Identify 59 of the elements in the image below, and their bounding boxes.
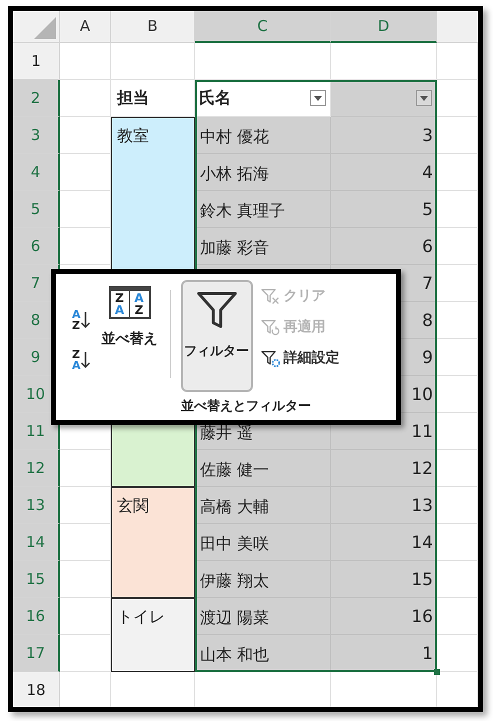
row-header[interactable]: 12	[13, 450, 60, 487]
number-cell: 1	[331, 635, 437, 672]
row-header[interactable]: 15	[13, 561, 60, 598]
row-header[interactable]: 4	[13, 154, 60, 191]
column-header[interactable]	[437, 11, 478, 43]
number-cell: 3	[331, 117, 437, 154]
header-label: 氏名	[199, 87, 231, 109]
dropdown-arrow-icon	[420, 96, 428, 100]
row-header[interactable]: 2	[13, 80, 60, 117]
row-header[interactable]: 11	[13, 413, 60, 450]
number-cell: 6	[331, 228, 437, 265]
row-header[interactable]: 5	[13, 191, 60, 228]
group-cell: 玄関	[111, 487, 195, 598]
fill-handle[interactable]	[434, 669, 440, 675]
sort-descending-button[interactable]: Z A	[72, 349, 90, 372]
group-cell: トイレ	[111, 598, 195, 672]
sort-dialog-icon: Z A A Z	[108, 286, 151, 319]
down-arrow-icon	[80, 352, 90, 368]
number-cell: 4	[331, 154, 437, 191]
name-cell: 田中 美咲	[195, 524, 331, 561]
number-cell: 14	[331, 524, 437, 561]
column-header[interactable]: A	[60, 11, 111, 43]
filter-button[interactable]: フィルター	[180, 280, 253, 392]
sort-ascending-button[interactable]: A Z	[72, 309, 90, 332]
name-cell: 山本 和也	[195, 635, 331, 672]
filter-clear-icon	[260, 288, 281, 306]
ribbon-group-label: 並べ替えとフィルター	[181, 398, 311, 416]
number-cell: 16	[331, 598, 437, 635]
name-cell: 高橋 大輔	[195, 487, 331, 524]
empty-cell	[437, 43, 478, 80]
number-cell: 13	[331, 487, 437, 524]
row-header[interactable]: 18	[13, 672, 60, 707]
dropdown-arrow-icon	[314, 96, 322, 100]
number-cell: 5	[331, 191, 437, 228]
name-cell: 伊藤 翔太	[195, 561, 331, 598]
name-cell: 渡辺 陽菜	[195, 598, 331, 635]
select-all-triangle-icon[interactable]	[34, 17, 56, 39]
column-header[interactable]: C	[195, 11, 331, 43]
name-cell: 中村 優花	[195, 117, 331, 154]
name-cell: 小林 拓海	[195, 154, 331, 191]
row-header[interactable]: 1	[13, 43, 60, 80]
filter-gear-icon	[260, 350, 281, 368]
column-header[interactable]: B	[111, 11, 195, 43]
row-header[interactable]: 17	[13, 635, 60, 672]
row-header[interactable]: 16	[13, 598, 60, 635]
row-header[interactable]: 13	[13, 487, 60, 524]
filter-refresh-icon	[260, 318, 281, 336]
name-cell: 加藤 彩音	[195, 228, 331, 265]
number-cell: 12	[331, 450, 437, 487]
number-cell: 15	[331, 561, 437, 598]
row-header[interactable]: 3	[13, 117, 60, 154]
row-header[interactable]: 6	[13, 228, 60, 265]
column-header[interactable]: D	[331, 11, 437, 43]
filter-dropdown-button[interactable]	[416, 90, 432, 106]
row-header[interactable]: 14	[13, 524, 60, 561]
name-cell: 鈴木 真理子	[195, 191, 331, 228]
filter-dropdown-button[interactable]	[310, 90, 326, 106]
down-arrow-icon	[80, 312, 90, 328]
name-cell: 佐藤 健一	[195, 450, 331, 487]
